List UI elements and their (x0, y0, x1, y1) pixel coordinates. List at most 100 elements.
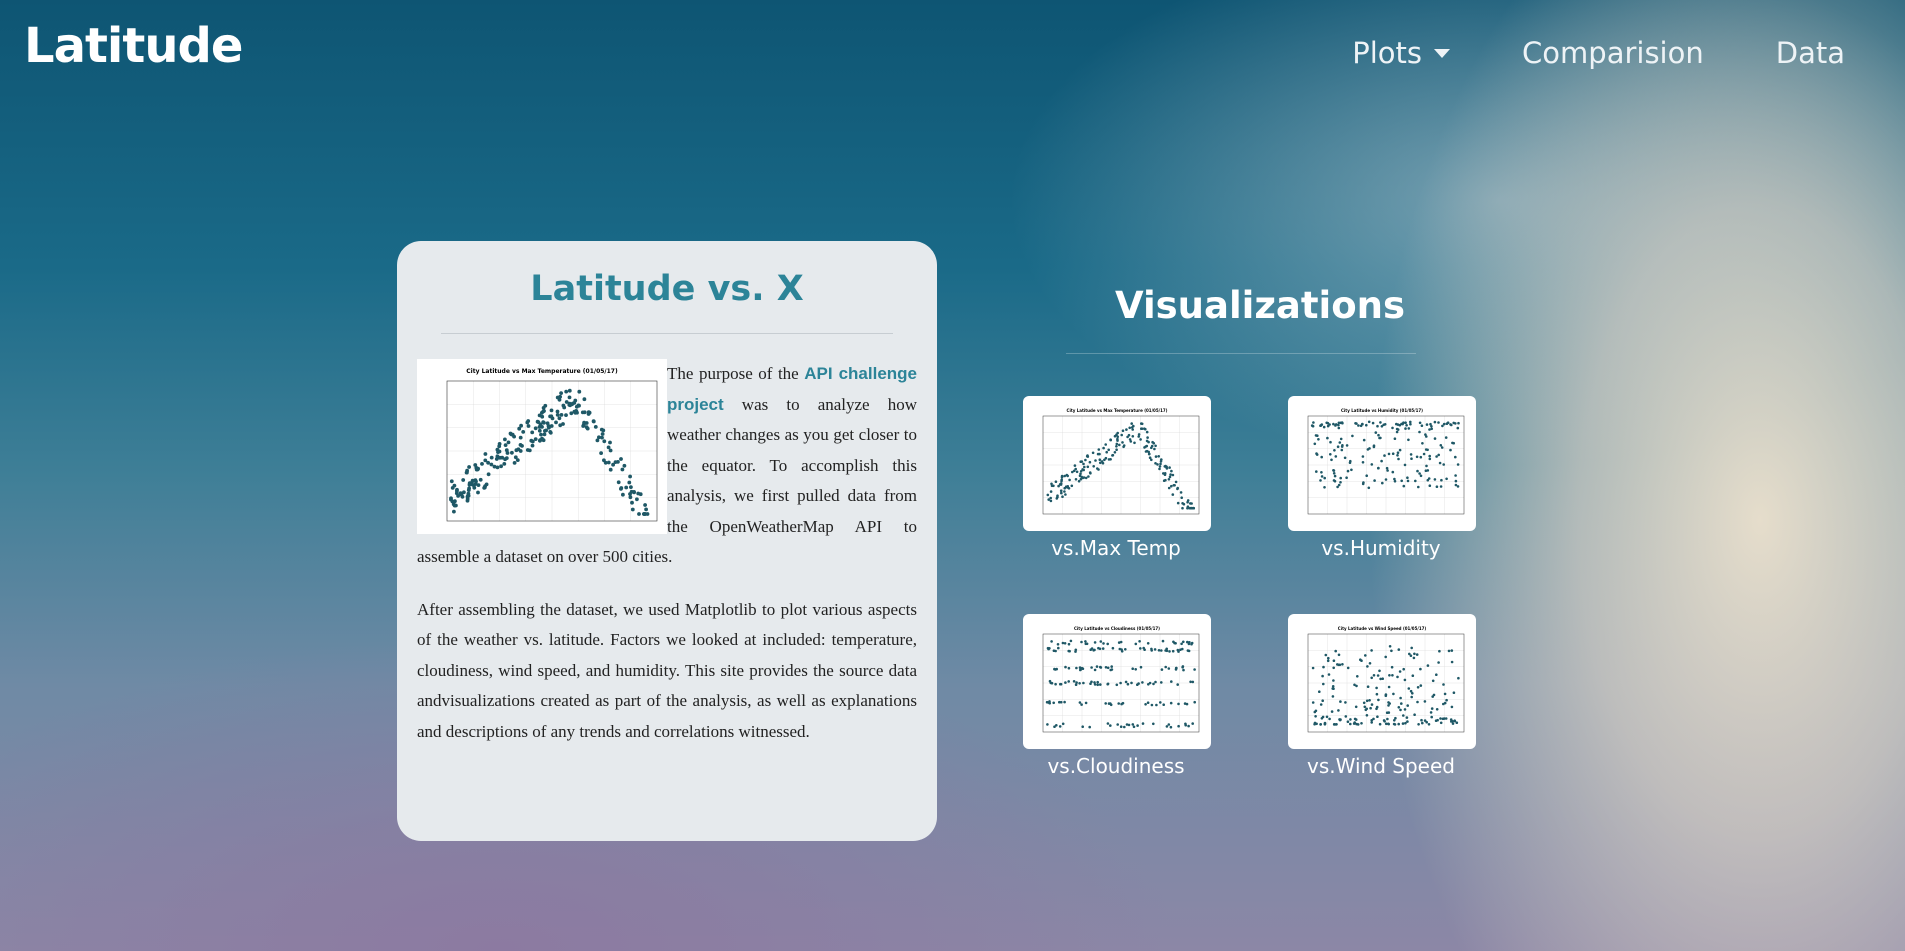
plot-point (1346, 720, 1350, 723)
thumb-plot-wind-speed: City Latitude vs Wind Speed (01/05/17) (1307, 626, 1465, 733)
plot-point (1323, 722, 1327, 725)
plot-point (1378, 722, 1382, 726)
plot-point (502, 462, 507, 466)
plot-point (1158, 465, 1162, 468)
plot-point (1325, 715, 1329, 719)
plot-point (1140, 427, 1144, 430)
plot-point (1409, 453, 1413, 456)
nav-comparison-link[interactable]: Comparision (1522, 36, 1704, 70)
plot-point (526, 424, 531, 428)
plot-point (1330, 458, 1333, 462)
plot-point (1319, 723, 1322, 726)
plot-point (1109, 458, 1112, 461)
plot-point (1159, 462, 1162, 466)
plot-point (636, 491, 641, 496)
plot-point (1336, 663, 1339, 666)
plot-point (483, 452, 488, 456)
plot-point (495, 465, 500, 470)
plot-point (1440, 478, 1443, 482)
plot-point (1172, 640, 1175, 644)
plot-point (1099, 683, 1102, 686)
plot-point (1162, 703, 1165, 706)
plot-point (1404, 721, 1407, 725)
label-cloudiness[interactable]: vs.Cloudiness (1006, 754, 1226, 778)
plot-point (1152, 722, 1155, 726)
plot-point (1179, 491, 1183, 494)
plot-point (510, 450, 514, 455)
plot-point (452, 509, 456, 514)
plot-point (1046, 493, 1050, 497)
label-wind-speed[interactable]: vs.Wind Speed (1271, 754, 1491, 778)
brand-logo[interactable]: Latitude (24, 18, 243, 74)
plot-point (1354, 705, 1358, 709)
plot-point (1311, 701, 1315, 704)
nav-plots-dropdown[interactable]: Plots (1352, 36, 1451, 70)
plot-point (1418, 421, 1422, 425)
plot-point (1183, 702, 1187, 705)
plot-point (1084, 458, 1087, 462)
thumb-humidity[interactable]: City Latitude vs Humidity (01/05/17) (1288, 396, 1476, 531)
plot-point (1163, 472, 1167, 475)
plot-point (1070, 484, 1074, 488)
plot-point (1096, 683, 1099, 687)
label-humidity[interactable]: vs.Humidity (1271, 536, 1491, 560)
plot-point (1047, 498, 1050, 501)
plot-point (1158, 467, 1161, 471)
plot-point (608, 467, 613, 472)
plot-point (1146, 436, 1149, 439)
nav-data-link[interactable]: Data (1776, 36, 1845, 70)
plot-point (1363, 705, 1367, 709)
plot-point (1433, 420, 1437, 424)
plot-point (1133, 441, 1136, 445)
plot-point (1339, 700, 1342, 703)
plot-point (1455, 721, 1459, 724)
plot-point (1344, 715, 1348, 718)
thumb-max-temp[interactable]: City Latitude vs Max Temperature (01/05/… (1023, 396, 1211, 531)
plot-point (572, 409, 577, 414)
plot-point (1334, 649, 1337, 653)
plot-point (1157, 455, 1160, 458)
plot-point (1341, 663, 1344, 666)
plot-point (1387, 711, 1391, 714)
plot-point (1420, 718, 1423, 722)
plot-point (1447, 649, 1451, 653)
plot-point (1050, 640, 1053, 643)
plot-point (1131, 723, 1135, 726)
plot-point (1380, 459, 1383, 463)
thumb-wind-speed[interactable]: City Latitude vs Wind Speed (01/05/17) (1288, 614, 1476, 749)
plot-point (1409, 420, 1412, 424)
plot-point (1340, 445, 1344, 448)
plot-point (1316, 434, 1319, 437)
plot-point (1181, 665, 1185, 668)
plot-point (643, 512, 648, 516)
plot-point (512, 434, 516, 439)
plot-point (606, 445, 611, 450)
plot-point (1332, 659, 1336, 662)
plot-point (1384, 722, 1388, 726)
thumb-cloudiness[interactable]: City Latitude vs Cloudiness (01/05/17) (1023, 614, 1211, 749)
plot-point (1083, 465, 1086, 469)
plot-point (1337, 426, 1341, 430)
main-nav: Plots Comparision Data (1352, 36, 1845, 70)
plot-point (1170, 680, 1173, 683)
plot-point (1351, 434, 1354, 438)
plot-point (464, 470, 469, 475)
plot-point (1384, 478, 1388, 481)
plot-point (1061, 495, 1064, 498)
plot-point (1324, 653, 1328, 657)
plot-point (1150, 649, 1153, 652)
plot-point (1090, 680, 1093, 684)
plot-point (1427, 723, 1431, 726)
max-temp-plot-image[interactable]: City Latitude vs Max Temperature (01/05/… (417, 359, 667, 534)
plot-point (644, 507, 648, 512)
plot-point (559, 413, 564, 417)
plot-point (1154, 455, 1158, 458)
plot-point (1395, 430, 1399, 434)
plot-point (1078, 666, 1082, 669)
plot-point (1393, 479, 1397, 483)
plot-point (1410, 695, 1413, 699)
label-max-temp[interactable]: vs.Max Temp (1006, 536, 1226, 560)
thumb-grid (1308, 416, 1464, 514)
plot-point (1064, 665, 1067, 669)
plot-point (1419, 667, 1422, 671)
